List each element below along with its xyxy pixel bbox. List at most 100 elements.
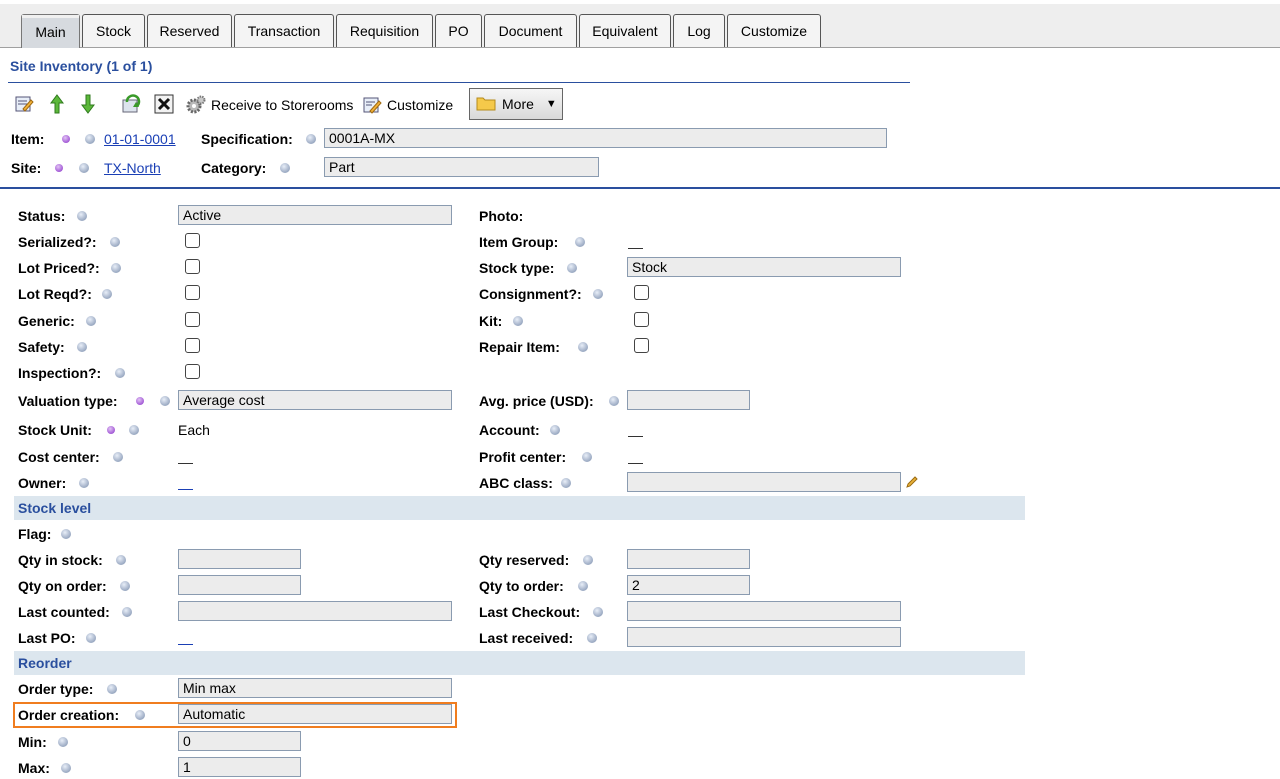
generic-checkbox[interactable] bbox=[185, 312, 200, 327]
cost-center-label: Cost center: bbox=[18, 449, 100, 465]
safety-checkbox[interactable] bbox=[185, 338, 200, 353]
specification-field[interactable]: 0001A-MX bbox=[324, 128, 887, 148]
info-icon[interactable] bbox=[111, 263, 121, 273]
info-icon[interactable] bbox=[593, 607, 603, 617]
info-icon[interactable] bbox=[61, 763, 71, 773]
previous-record-icon[interactable] bbox=[46, 93, 68, 115]
valuation-type-field[interactable]: Average cost bbox=[178, 390, 452, 410]
info-icon[interactable] bbox=[550, 425, 560, 435]
abc-class-field[interactable] bbox=[627, 472, 901, 492]
info-icon[interactable] bbox=[113, 452, 123, 462]
owner-link[interactable] bbox=[178, 489, 193, 490]
valuation-type-label: Valuation type: bbox=[18, 393, 118, 409]
info-icon[interactable] bbox=[102, 289, 112, 299]
info-icon[interactable] bbox=[110, 237, 120, 247]
qty-on-order-field[interactable] bbox=[178, 575, 301, 595]
tab-log[interactable]: Log bbox=[673, 14, 725, 47]
customize-button[interactable]: Customize bbox=[361, 92, 453, 117]
info-icon[interactable] bbox=[561, 478, 571, 488]
max-field[interactable]: 1 bbox=[178, 757, 301, 777]
item-link[interactable]: 01-01-0001 bbox=[104, 131, 176, 147]
info-icon[interactable] bbox=[578, 342, 588, 352]
avg-price-field[interactable] bbox=[627, 390, 750, 410]
min-field[interactable]: 0 bbox=[178, 731, 301, 751]
serialized-checkbox[interactable] bbox=[185, 233, 200, 248]
info-icon[interactable] bbox=[582, 452, 592, 462]
order-type-field[interactable]: Min max bbox=[178, 678, 452, 698]
refresh-icon[interactable] bbox=[121, 93, 143, 115]
stock-unit-label: Stock Unit: bbox=[18, 422, 92, 438]
consignment-checkbox[interactable] bbox=[634, 285, 649, 300]
tab-transaction[interactable]: Transaction bbox=[234, 14, 334, 47]
info-icon[interactable] bbox=[135, 710, 145, 720]
stock-unit-value: Each bbox=[178, 422, 210, 438]
info-icon[interactable] bbox=[578, 581, 588, 591]
info-icon[interactable] bbox=[86, 316, 96, 326]
info-icon[interactable] bbox=[116, 555, 126, 565]
info-icon[interactable] bbox=[61, 529, 71, 539]
pencil-icon[interactable] bbox=[905, 475, 919, 492]
kit-checkbox[interactable] bbox=[634, 312, 649, 327]
info-icon[interactable] bbox=[575, 237, 585, 247]
inspection-checkbox[interactable] bbox=[185, 364, 200, 379]
max-label: Max: bbox=[18, 760, 50, 776]
tab-stock[interactable]: Stock bbox=[82, 14, 145, 47]
info-icon[interactable] bbox=[583, 555, 593, 565]
min-label: Min: bbox=[18, 734, 47, 750]
info-icon[interactable] bbox=[513, 316, 523, 326]
info-icon[interactable] bbox=[77, 342, 87, 352]
delete-icon[interactable] bbox=[153, 93, 175, 115]
tab-equivalent[interactable]: Equivalent bbox=[579, 14, 671, 47]
last-counted-field[interactable] bbox=[178, 601, 452, 621]
info-icon[interactable] bbox=[79, 163, 89, 173]
page-title: Site Inventory (1 of 1) bbox=[10, 58, 153, 74]
tab-po[interactable]: PO bbox=[435, 14, 482, 47]
info-icon[interactable] bbox=[567, 263, 577, 273]
edit-record-icon[interactable] bbox=[13, 93, 35, 115]
info-icon[interactable] bbox=[85, 134, 95, 144]
info-icon[interactable] bbox=[593, 289, 603, 299]
tab-document[interactable]: Document bbox=[484, 14, 577, 47]
qty-to-order-field[interactable]: 2 bbox=[627, 575, 750, 595]
folder-icon bbox=[476, 95, 498, 113]
stock-type-field[interactable]: Stock bbox=[627, 257, 901, 277]
info-icon[interactable] bbox=[115, 368, 125, 378]
info-icon[interactable] bbox=[129, 425, 139, 435]
abc-class-label: ABC class: bbox=[479, 475, 553, 491]
last-received-field[interactable] bbox=[627, 627, 901, 647]
info-icon[interactable] bbox=[79, 478, 89, 488]
lot-reqd-checkbox[interactable] bbox=[185, 285, 200, 300]
info-icon[interactable] bbox=[120, 581, 130, 591]
info-icon[interactable] bbox=[122, 607, 132, 617]
status-field[interactable]: Active bbox=[178, 205, 452, 225]
repair-item-checkbox[interactable] bbox=[634, 338, 649, 353]
receive-to-storerooms-button[interactable]: Receive to Storerooms bbox=[185, 92, 353, 117]
info-icon[interactable] bbox=[107, 684, 117, 694]
tab-reserved[interactable]: Reserved bbox=[147, 14, 232, 47]
tab-requisition[interactable]: Requisition bbox=[336, 14, 433, 47]
order-creation-label: Order creation: bbox=[18, 707, 120, 723]
info-icon[interactable] bbox=[58, 737, 68, 747]
info-icon[interactable] bbox=[160, 396, 170, 406]
info-icon[interactable] bbox=[306, 134, 316, 144]
more-button[interactable]: More ▼ bbox=[469, 88, 563, 120]
category-field[interactable]: Part bbox=[324, 157, 599, 177]
qty-to-order-label: Qty to order: bbox=[479, 578, 564, 594]
tab-customize[interactable]: Customize bbox=[727, 14, 821, 47]
last-checkout-field[interactable] bbox=[627, 601, 901, 621]
lot-priced-checkbox[interactable] bbox=[185, 259, 200, 274]
info-icon[interactable] bbox=[86, 633, 96, 643]
info-icon[interactable] bbox=[587, 633, 597, 643]
order-creation-field[interactable]: Automatic bbox=[178, 704, 452, 724]
info-icon[interactable] bbox=[280, 163, 290, 173]
qty-in-stock-label: Qty in stock: bbox=[18, 552, 103, 568]
next-record-icon[interactable] bbox=[77, 93, 99, 115]
site-link[interactable]: TX-North bbox=[104, 160, 161, 176]
tab-main[interactable]: Main bbox=[21, 14, 80, 48]
item-group-label: Item Group: bbox=[479, 234, 559, 250]
qty-reserved-field[interactable] bbox=[627, 549, 750, 569]
last-po-link[interactable] bbox=[178, 644, 193, 645]
qty-in-stock-field[interactable] bbox=[178, 549, 301, 569]
info-icon[interactable] bbox=[609, 396, 619, 406]
info-icon[interactable] bbox=[77, 211, 87, 221]
